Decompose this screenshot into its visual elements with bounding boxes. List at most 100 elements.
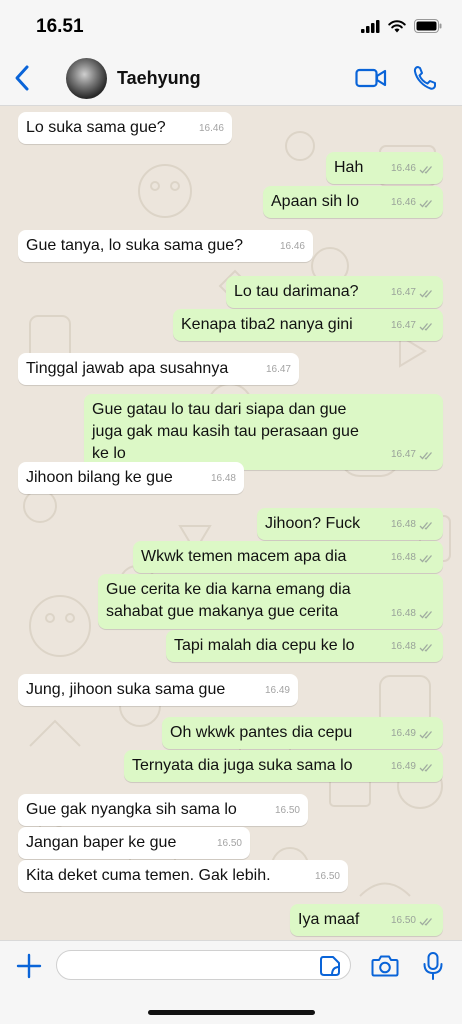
read-ticks-icon [419, 610, 432, 619]
message-text: Tapi malah dia cepu ke lo [174, 637, 355, 654]
message-meta: 16.48 [391, 603, 435, 625]
outgoing-message[interactable]: Jihoon? Fuck 16.48 [257, 508, 443, 540]
chat-header: Taehyung [0, 50, 462, 106]
message-text: Kita deket cuma temen. Gak lebih. [26, 867, 271, 884]
read-ticks-icon [419, 199, 432, 208]
outgoing-message[interactable]: Gue cerita ke dia karna emang dia sahaba… [98, 574, 443, 629]
sticker-button[interactable] [319, 955, 341, 977]
message-text: Gue gak nyangka sih sama lo [26, 801, 237, 818]
message-text: Wkwk temen macem apa dia [141, 548, 347, 565]
message-time: 16.46 [198, 123, 224, 134]
message-time: 16.46 [390, 197, 416, 208]
contact-name[interactable]: Taehyung [117, 68, 201, 89]
home-indicator [148, 1010, 315, 1015]
message-meta: 16.49 [391, 723, 435, 745]
message-time: 16.49 [390, 728, 416, 739]
message-meta: 16.49 [391, 756, 435, 778]
message-text: Kenapa tiba2 nanya gini [181, 316, 353, 333]
read-ticks-icon [419, 165, 432, 174]
message-meta: 16.49 [265, 680, 290, 702]
message-time: 16.48 [390, 552, 416, 563]
message-text: Gue cerita ke dia karna emang dia sahaba… [106, 581, 351, 620]
message-text: Jihoon? Fuck [265, 515, 361, 532]
status-time: 16.51 [36, 16, 84, 37]
outgoing-message[interactable]: Tapi malah dia cepu ke lo 16.48 [166, 630, 443, 662]
message-meta: 16.46 [391, 158, 435, 180]
message-text: Gue tanya, lo suka sama gue? [26, 237, 244, 254]
read-ticks-icon [419, 451, 432, 460]
message-time: 16.46 [279, 241, 305, 252]
battery-icon [414, 19, 442, 33]
message-time: 16.48 [390, 641, 416, 652]
message-meta: 16.50 [217, 833, 242, 855]
message-time: 16.47 [390, 287, 416, 298]
message-text: Iya maaf [298, 911, 360, 928]
status-bar: 16.51 [0, 0, 462, 50]
read-ticks-icon [419, 643, 432, 652]
incoming-message[interactable]: Lo suka sama gue? 16.46 [18, 112, 232, 144]
incoming-message[interactable]: Jung, jihoon suka sama gue 16.49 [18, 674, 298, 706]
message-time: 16.50 [216, 838, 242, 849]
message-meta: 16.48 [391, 514, 435, 536]
chat-area[interactable]: Lo suka sama gue? 16.46 Hah 16.46 Apaan sih … [0, 106, 462, 940]
read-ticks-icon [419, 917, 432, 926]
message-time: 16.47 [390, 449, 416, 460]
incoming-message[interactable]: Kita deket cuma temen. Gak lebih. 16.50 [18, 860, 348, 892]
status-icons [361, 19, 442, 33]
message-text: Jangan baper ke gue [26, 834, 177, 851]
message-text: Jihoon bilang ke gue [26, 469, 173, 486]
message-text: Gue gatau lo tau dari siapa dan gue juga… [92, 401, 359, 462]
message-text: Lo suka sama gue? [26, 119, 166, 136]
outgoing-message[interactable]: Hah 16.46 [326, 152, 443, 184]
outgoing-message[interactable]: Wkwk temen macem apa dia 16.48 [133, 541, 443, 573]
message-time: 16.50 [390, 915, 416, 926]
microphone-button[interactable] [422, 951, 444, 981]
outgoing-message[interactable]: Gue gatau lo tau dari siapa dan gue juga… [84, 394, 443, 470]
message-time: 16.49 [390, 761, 416, 772]
message-meta: 16.46 [391, 192, 435, 214]
wifi-icon [388, 19, 406, 32]
message-time: 16.47 [265, 364, 291, 375]
outgoing-message[interactable]: Oh wkwk pantes dia cepu 16.49 [162, 717, 443, 749]
incoming-message[interactable]: Gue tanya, lo suka sama gue? 16.46 [18, 230, 313, 262]
incoming-message[interactable]: Jihoon bilang ke gue 16.48 [18, 462, 244, 494]
message-meta: 16.48 [391, 636, 435, 658]
message-meta: 16.48 [391, 547, 435, 569]
cellular-signal-icon [361, 19, 380, 33]
message-text: Jung, jihoon suka sama gue [26, 681, 226, 698]
read-ticks-icon [419, 289, 432, 298]
outgoing-message[interactable]: Iya maaf 16.50 [290, 904, 443, 936]
outgoing-message[interactable]: Kenapa tiba2 nanya gini 16.47 [173, 309, 443, 341]
read-ticks-icon [419, 322, 432, 331]
message-time: 16.47 [390, 320, 416, 331]
message-meta: 16.46 [199, 118, 224, 140]
message-meta: 16.47 [391, 282, 435, 304]
message-meta: 16.50 [315, 866, 340, 888]
message-time: 16.50 [274, 805, 300, 816]
avatar[interactable] [66, 58, 107, 99]
message-meta: 16.50 [275, 800, 300, 822]
outgoing-message[interactable]: Apaan sih lo 16.46 [263, 186, 443, 218]
incoming-message[interactable]: Gue gak nyangka sih sama lo 16.50 [18, 794, 308, 826]
message-meta: 16.50 [391, 910, 435, 932]
attach-plus-button[interactable] [16, 953, 42, 979]
outgoing-message[interactable]: Ternyata dia juga suka sama lo 16.49 [124, 750, 443, 782]
message-time: 16.48 [210, 473, 236, 484]
message-meta: 16.48 [211, 468, 236, 490]
message-meta: 16.47 [266, 359, 291, 381]
message-time: 16.50 [314, 871, 340, 882]
message-text: Hah [334, 159, 364, 176]
message-text: Oh wkwk pantes dia cepu [170, 724, 353, 741]
outgoing-message[interactable]: Lo tau darimana? 16.47 [226, 276, 443, 308]
back-button[interactable] [10, 64, 36, 92]
voice-call-button[interactable] [412, 64, 438, 92]
message-input[interactable] [56, 950, 351, 980]
read-ticks-icon [419, 554, 432, 563]
incoming-message[interactable]: Jangan baper ke gue 16.50 [18, 827, 250, 859]
message-time: 16.48 [390, 608, 416, 619]
read-ticks-icon [419, 730, 432, 739]
message-time: 16.48 [390, 519, 416, 530]
camera-button[interactable] [371, 953, 399, 979]
incoming-message[interactable]: Tinggal jawab apa susahnya 16.47 [18, 353, 299, 385]
video-call-button[interactable] [355, 66, 387, 90]
